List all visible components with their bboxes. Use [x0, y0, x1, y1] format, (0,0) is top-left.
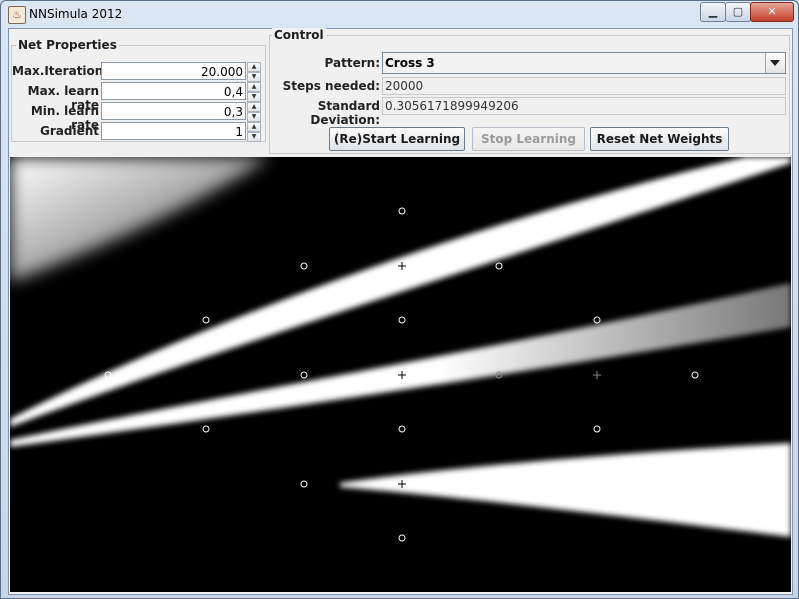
- pattern-select[interactable]: Cross 3: [382, 52, 786, 74]
- min-learn-rate-stepper[interactable]: ▲ ▼: [247, 102, 261, 122]
- neuron-marker: [202, 316, 210, 324]
- close-button[interactable]: ✕: [750, 2, 794, 22]
- neuron-marker: [202, 425, 210, 433]
- neuron-marker: [593, 316, 601, 324]
- minimize-button[interactable]: ▁: [700, 2, 726, 22]
- spin-down-icon[interactable]: ▼: [247, 72, 261, 82]
- max-iterations-input[interactable]: 20.000: [101, 62, 246, 80]
- pattern-select-value: Cross 3: [385, 56, 435, 70]
- max-iterations-label: Max.Iterations: [12, 64, 111, 78]
- spin-down-icon[interactable]: ▼: [247, 92, 261, 102]
- max-learn-rate-stepper[interactable]: ▲ ▼: [247, 82, 261, 102]
- spin-up-icon[interactable]: ▲: [247, 82, 261, 92]
- neuron-marker: [593, 425, 601, 433]
- app-window: ♨ NNSimula 2012 ▁ ▢ ✕ Net Properties Max…: [0, 0, 799, 599]
- net-properties-panel: Net Properties Max.Iterations 20.000 ▲ ▼ …: [11, 38, 266, 142]
- cross-markers: [202, 262, 601, 488]
- spin-up-icon[interactable]: ▲: [247, 102, 261, 112]
- stop-learning-button[interactable]: Stop Learning: [472, 127, 585, 151]
- neuron-marker: [300, 371, 308, 379]
- maximize-button[interactable]: ▢: [725, 2, 751, 22]
- gradient-input[interactable]: 1: [101, 122, 246, 140]
- min-learn-rate-input[interactable]: 0,3: [101, 102, 246, 120]
- spin-down-icon[interactable]: ▼: [247, 112, 261, 122]
- control-panel: Control Pattern: Cross 3 Steps needed: 2…: [269, 28, 790, 154]
- steps-needed-field: 20000: [382, 77, 786, 95]
- neuron-marker: [398, 316, 406, 324]
- restart-learning-button[interactable]: (Re)Start Learning: [329, 127, 465, 151]
- neuron-marker: [495, 262, 503, 270]
- neuron-marker: [300, 262, 308, 270]
- client-area: Net Properties Max.Iterations 20.000 ▲ ▼ …: [8, 28, 793, 595]
- window-title: NNSimula 2012: [29, 7, 123, 21]
- gradient-label: Gradient: [40, 124, 99, 138]
- chevron-down-icon[interactable]: [765, 53, 785, 73]
- neuron-marker: [398, 534, 406, 542]
- maximize-icon: ▢: [732, 5, 744, 18]
- cross-marker: [593, 371, 601, 379]
- app-icon: ♨: [8, 6, 26, 24]
- net-properties-title: Net Properties: [16, 38, 119, 52]
- network-visualization-canvas[interactable]: [10, 157, 791, 592]
- close-icon: ✕: [767, 5, 777, 18]
- lower-band: [340, 443, 791, 537]
- minimize-icon: ▁: [708, 5, 718, 18]
- max-learn-rate-input[interactable]: 0,4: [101, 82, 246, 100]
- steps-needed-label: Steps needed:: [282, 79, 380, 93]
- neuron-marker: [300, 480, 308, 488]
- neuron-marker: [398, 207, 406, 215]
- neuron-marker: [691, 371, 699, 379]
- neuron-marker: [398, 425, 406, 433]
- spin-up-icon[interactable]: ▲: [247, 122, 261, 132]
- spin-up-icon[interactable]: ▲: [247, 62, 261, 72]
- control-title: Control: [272, 28, 326, 42]
- cross-marker: [202, 371, 210, 379]
- standard-deviation-field: 0.3056171899949206: [382, 97, 786, 115]
- title-bar[interactable]: ♨ NNSimula 2012 ▁ ▢ ✕: [1, 1, 798, 28]
- reset-net-weights-button[interactable]: Reset Net Weights: [590, 127, 729, 151]
- standard-deviation-label: Standard Deviation:: [310, 99, 380, 127]
- pattern-label: Pattern:: [324, 56, 380, 70]
- corner-gradient-region: [10, 157, 270, 282]
- spin-down-icon[interactable]: ▼: [247, 132, 261, 142]
- gradient-stepper[interactable]: ▲ ▼: [247, 122, 261, 142]
- network-visualization-svg: [10, 157, 791, 542]
- max-iterations-stepper[interactable]: ▲ ▼: [247, 62, 261, 82]
